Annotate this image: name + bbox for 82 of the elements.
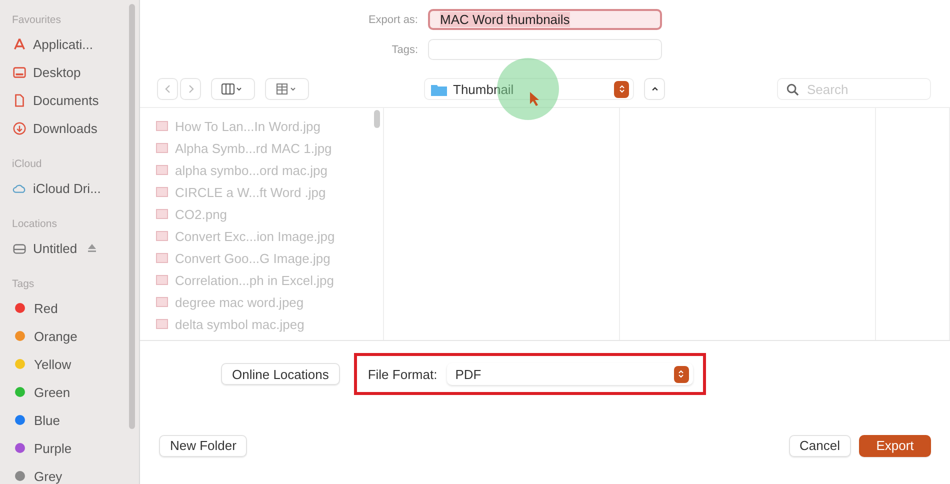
file-name: alpha symbo...ord mac.jpg — [175, 162, 328, 178]
collapse-button[interactable] — [644, 78, 665, 100]
location-label: Thumbnail — [453, 82, 514, 96]
image-file-icon — [156, 187, 168, 197]
tags-label: Tags: — [390, 44, 418, 56]
export-as-label: Export as: — [367, 14, 418, 26]
export-button[interactable]: Export — [859, 434, 931, 456]
item-label: Applicati... — [33, 36, 93, 52]
chevron-up-icon — [650, 85, 658, 93]
sidebar-item[interactable]: Yellow — [12, 350, 139, 378]
folder-icon — [431, 82, 447, 96]
sidebar-item[interactable]: Grey — [12, 462, 139, 484]
sidebar-item[interactable]: Applicati... — [12, 30, 139, 58]
tags-field[interactable] — [428, 39, 662, 60]
item-label: Red — [34, 300, 58, 316]
sidebar-item[interactable]: Red — [12, 294, 139, 322]
item-label: Purple — [34, 440, 72, 456]
file-name: Convert Exc...ion Image.jpg — [175, 228, 335, 244]
item-label: Green — [34, 384, 70, 400]
location-dropdown[interactable]: Thumbnail — [424, 78, 634, 100]
file-name: degree mac word.jpeg — [175, 294, 304, 310]
image-file-icon — [156, 231, 168, 241]
item-label: Documents — [33, 92, 99, 108]
forward-button[interactable] — [180, 78, 201, 100]
scrollbar[interactable] — [129, 4, 135, 429]
item-label: Desktop — [33, 64, 81, 80]
item-label: Orange — [34, 328, 78, 344]
group-view-button[interactable] — [265, 78, 309, 100]
sidebar-item[interactable]: Purple — [12, 434, 139, 462]
download-icon — [12, 120, 27, 136]
image-file-icon — [156, 165, 168, 175]
column-view-button[interactable] — [211, 78, 255, 100]
sidebar-item[interactable]: Untitled — [12, 234, 139, 262]
scrollbar[interactable] — [374, 110, 380, 128]
image-file-icon — [156, 297, 168, 307]
stepper-icon — [614, 80, 629, 98]
sidebar-item[interactable]: Green — [12, 378, 139, 406]
sidebar-item[interactable]: Documents — [12, 86, 139, 114]
file-name: CIRCLE a W...ft Word .jpg — [175, 184, 326, 200]
online-locations-button[interactable]: Online Locations — [221, 363, 340, 385]
file-name: Alpha Symb...rd MAC 1.jpg — [175, 140, 332, 156]
new-folder-button[interactable]: New Folder — [159, 434, 248, 456]
image-file-icon — [156, 121, 168, 131]
back-button[interactable] — [157, 78, 178, 100]
sidebar-item[interactable]: Blue — [12, 406, 139, 434]
sidebar-item[interactable]: Downloads — [12, 114, 139, 142]
sidebar-item[interactable]: Desktop — [12, 58, 139, 86]
cancel-button[interactable]: Cancel — [788, 434, 851, 456]
file-format-dropdown[interactable]: PDF — [447, 363, 693, 385]
item-label: Downloads — [33, 120, 98, 136]
file-format-value: PDF — [455, 366, 482, 382]
desktop-icon — [12, 64, 27, 80]
item-label: Yellow — [34, 356, 72, 372]
file-name: delta symbol mac.jpeg — [175, 316, 304, 332]
item-label: Grey — [34, 468, 62, 484]
section-heading: Tags — [12, 278, 36, 290]
sidebar-item[interactable]: Orange — [12, 322, 139, 350]
image-file-icon — [156, 319, 168, 329]
stepper-icon — [674, 366, 689, 382]
filename-field[interactable]: MAC Word thumbnails — [428, 9, 662, 30]
apps-icon — [12, 36, 27, 52]
image-file-icon — [156, 253, 168, 263]
document-icon — [12, 92, 27, 108]
file-name: Convert Goo...G Image.jpg — [175, 250, 330, 266]
cursor-icon — [529, 91, 541, 107]
sidebar-item[interactable]: iCloud Dri... — [12, 174, 139, 202]
chevron-left-icon — [162, 84, 172, 94]
file-name: CO2.png — [175, 206, 228, 222]
file-name: How To Lan...In Word.jpg — [175, 118, 320, 134]
item-label: iCloud Dri... — [33, 180, 101, 196]
image-file-icon — [156, 209, 168, 219]
image-file-icon — [156, 143, 168, 153]
file-format-label: File Format: — [368, 366, 438, 382]
section-heading: Favourites — [12, 14, 62, 26]
search-icon — [786, 82, 799, 96]
file-name: Correlation...ph in Excel.jpg — [175, 272, 334, 288]
eject-icon[interactable] — [87, 243, 98, 253]
item-label: Untitled — [33, 240, 78, 256]
image-file-icon — [156, 275, 168, 285]
section-heading: Locations — [12, 218, 58, 230]
section-heading: iCloud — [12, 158, 43, 170]
item-label: Blue — [34, 412, 60, 428]
